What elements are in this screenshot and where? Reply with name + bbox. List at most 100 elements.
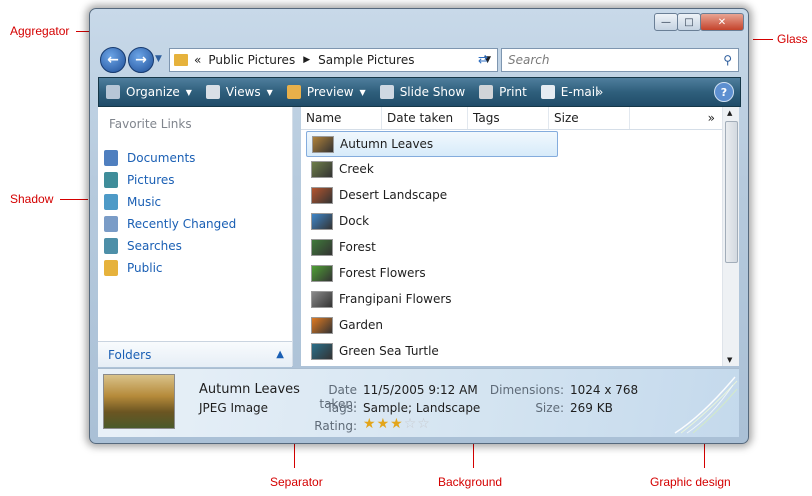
- chevron-down-icon[interactable]: ▼: [186, 88, 192, 97]
- explorer-window: — □ ✕ ← → ▼ « Public Pictures ▶ Sample P…: [89, 8, 749, 444]
- minimize-button[interactable]: —: [654, 13, 678, 31]
- star-icon[interactable]: ☆: [417, 416, 431, 432]
- file-name: Frangipani Flowers: [339, 292, 452, 306]
- vertical-scrollbar[interactable]: ▲ ▼: [722, 107, 739, 366]
- size-value: 269 KB: [570, 401, 613, 415]
- pictures-folder-icon: [104, 172, 118, 188]
- image-thumbnail-icon: [311, 212, 333, 230]
- tags-label: Tags:: [326, 401, 357, 415]
- column-size[interactable]: Size: [549, 107, 630, 129]
- toolbar-button-label: Views: [225, 85, 261, 99]
- annotation-glass: Glass: [777, 32, 808, 46]
- annotation-line: [60, 199, 88, 200]
- maximize-button[interactable]: □: [677, 13, 701, 31]
- search-input[interactable]: Search ⚲: [501, 48, 739, 72]
- back-button[interactable]: ←: [100, 47, 126, 73]
- toolbar-slide-show-button[interactable]: Slide Show: [373, 78, 472, 106]
- folders-toggle[interactable]: Folders ▲: [98, 341, 292, 367]
- scroll-thumb[interactable]: [725, 121, 738, 263]
- image-thumbnail-icon: [311, 186, 333, 204]
- column-date-taken[interactable]: Date taken: [382, 107, 468, 129]
- sidebar-item-documents[interactable]: Documents: [104, 148, 195, 168]
- breadcrumb-public-pictures[interactable]: Public Pictures: [208, 53, 295, 67]
- file-name: Desert Landscape: [339, 188, 448, 202]
- documents-folder-icon: [104, 150, 118, 166]
- searches-folder-icon: [104, 238, 118, 254]
- column-more-button[interactable]: »: [630, 107, 723, 129]
- column-name[interactable]: Name: [301, 107, 382, 129]
- column-tags-label: Tags: [473, 111, 500, 125]
- annotation-shadow: Shadow: [10, 192, 54, 206]
- sidebar-item-music[interactable]: Music: [104, 192, 161, 212]
- recently-changed-folder-icon: [104, 216, 118, 232]
- annotation-graphic-design: Graphic design: [650, 475, 731, 489]
- sidebar-item-recently-changed[interactable]: Recently Changed: [104, 214, 236, 234]
- search-icon[interactable]: ⚲: [723, 53, 732, 67]
- list-item[interactable]: Forest: [306, 235, 556, 259]
- toolbar-more-button[interactable]: »: [589, 78, 610, 106]
- sidebar-item-label: Pictures: [127, 173, 175, 187]
- sidebar-item-label: Public: [127, 261, 163, 275]
- column-size-label: Size: [554, 111, 579, 125]
- breadcrumb-sample-pictures[interactable]: Sample Pictures: [318, 53, 414, 67]
- breadcrumb-overflow[interactable]: «: [194, 53, 201, 67]
- refresh-button[interactable]: ⇄: [470, 48, 496, 70]
- column-date-label: Date taken: [387, 111, 454, 125]
- date-taken-value[interactable]: 11/5/2005 9:12 AM: [363, 383, 478, 397]
- sidebar-item-label: Recently Changed: [127, 217, 237, 231]
- views-icon: [205, 85, 220, 99]
- toolbar-views-button[interactable]: Views ▼: [199, 78, 280, 106]
- file-name: Forest: [339, 240, 376, 254]
- toolbar-button-label: Slide Show: [399, 85, 466, 99]
- toolbar-button-label: Organize: [126, 85, 180, 99]
- folders-label: Folders: [108, 347, 152, 362]
- chevron-down-icon[interactable]: ▼: [267, 88, 273, 97]
- chevron-down-icon[interactable]: ▼: [360, 88, 366, 97]
- scroll-down-arrow[interactable]: ▼: [727, 356, 732, 364]
- list-item[interactable]: Desert Landscape: [306, 183, 556, 207]
- file-name: Garden: [339, 318, 383, 332]
- sidebar-item-label: Documents: [127, 151, 196, 165]
- breadcrumb-separator-icon[interactable]: ▶: [303, 55, 310, 65]
- annotation-separator: Separator: [270, 475, 323, 489]
- list-item[interactable]: Creek: [306, 157, 556, 181]
- list-item[interactable]: Frangipani Flowers: [306, 287, 556, 311]
- help-icon[interactable]: ?: [714, 82, 734, 102]
- close-button[interactable]: ✕: [700, 13, 744, 31]
- public-folder-icon: [104, 260, 118, 276]
- window-controls: — □ ✕: [654, 13, 744, 31]
- image-thumbnail-icon: [311, 342, 333, 360]
- column-tags[interactable]: Tags: [468, 107, 549, 129]
- size-label: Size:: [535, 401, 564, 415]
- list-item[interactable]: Forest Flowers: [306, 261, 556, 285]
- dimensions-label: Dimensions:: [489, 383, 564, 397]
- command-bar: Organize ▼ Views ▼ Preview ▼ Slide Show Print E-…: [98, 77, 741, 107]
- dimensions-value: 1024 x 768: [570, 383, 639, 397]
- address-bar[interactable]: « Public Pictures ▶ Sample Pictures ▼: [169, 48, 498, 72]
- file-name: Forest Flowers: [339, 266, 426, 280]
- list-item[interactable]: Dock: [306, 209, 556, 233]
- forward-button[interactable]: →: [128, 47, 154, 73]
- toolbar-preview-button[interactable]: Preview ▼: [280, 78, 373, 106]
- list-item[interactable]: Green Sea Turtle: [306, 339, 556, 363]
- sidebar-item-pictures[interactable]: Pictures: [104, 170, 175, 190]
- star-icon[interactable]: ★: [363, 416, 377, 432]
- scroll-up-arrow[interactable]: ▲: [727, 109, 732, 117]
- file-name: Green Sea Turtle: [339, 344, 439, 358]
- list-item[interactable]: Autumn Leaves: [306, 131, 558, 157]
- star-icon[interactable]: ★: [377, 416, 391, 432]
- sidebar-item-searches[interactable]: Searches: [104, 236, 182, 256]
- toolbar-print-button[interactable]: Print: [472, 78, 534, 106]
- sidebar-item-public[interactable]: Public: [104, 258, 163, 278]
- column-headers: Name Date taken Tags Size »: [301, 107, 723, 130]
- image-thumbnail-icon: [311, 238, 333, 256]
- recent-pages-dropdown[interactable]: ▼: [155, 54, 162, 64]
- star-icon[interactable]: ★: [390, 416, 404, 432]
- rating-label: Rating:: [314, 419, 357, 433]
- star-icon[interactable]: ☆: [404, 416, 418, 432]
- list-item[interactable]: Garden: [306, 313, 556, 337]
- tags-value[interactable]: Sample; Landscape: [363, 401, 480, 415]
- sidebar-item-label: Music: [127, 195, 162, 209]
- rating-stars[interactable]: ★★★☆☆: [363, 416, 431, 432]
- toolbar-organize-button[interactable]: Organize ▼: [99, 78, 199, 106]
